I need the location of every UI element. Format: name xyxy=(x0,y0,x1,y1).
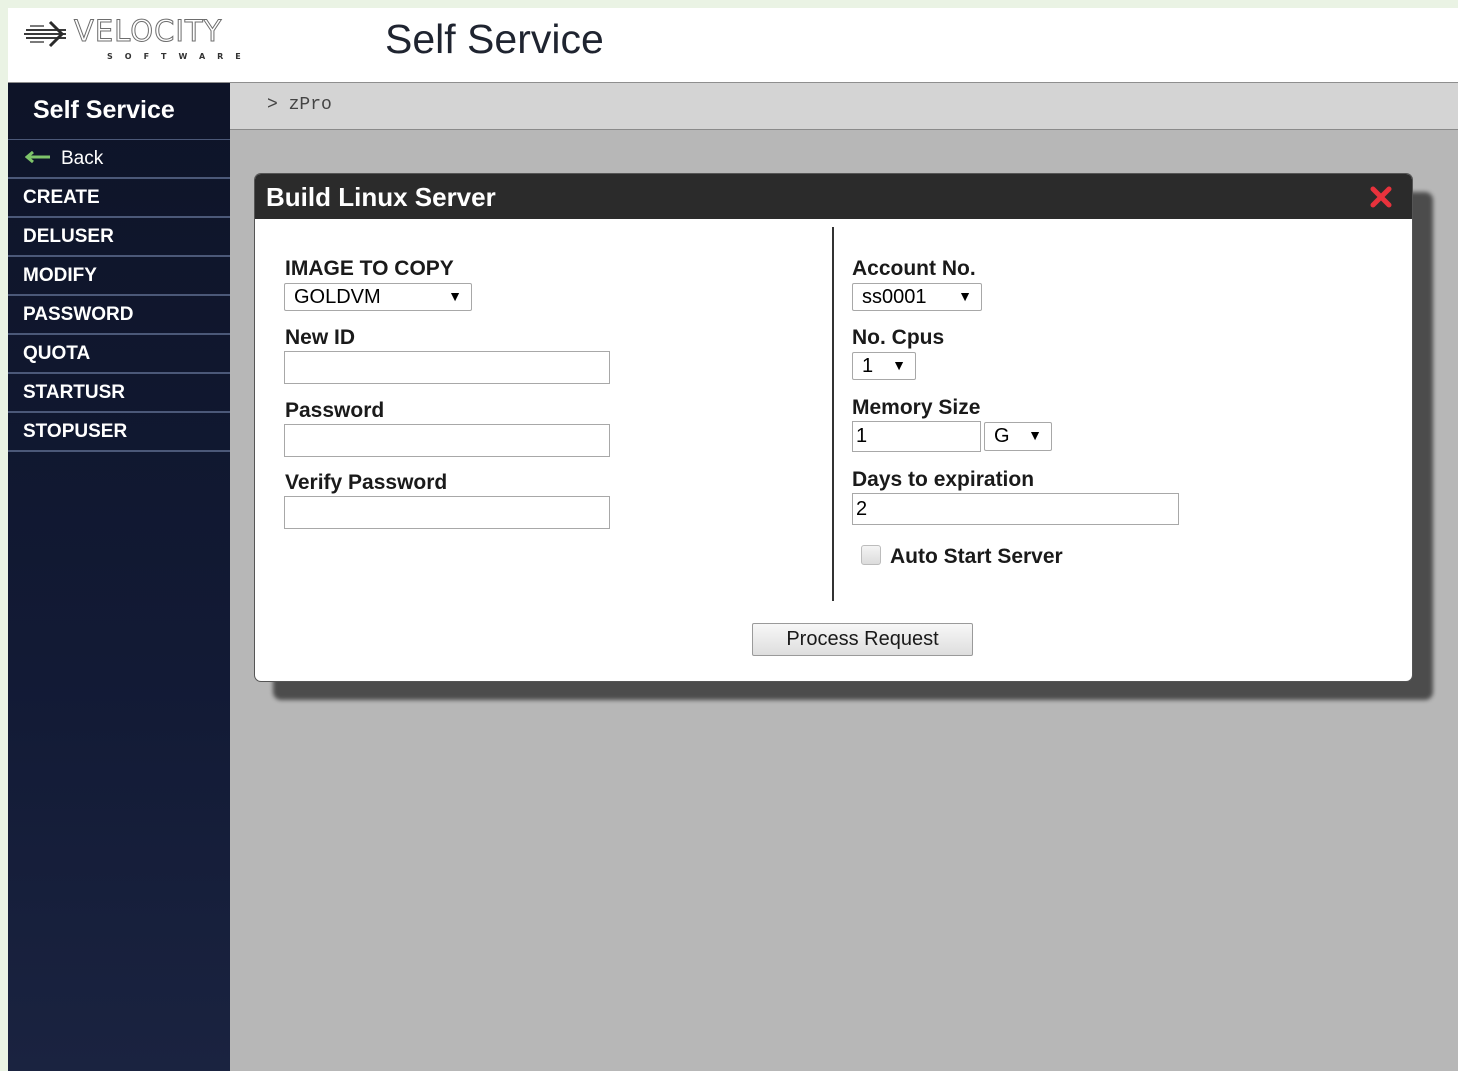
logo-wordmark: VELOCITY xyxy=(73,14,223,49)
chevron-down-icon: ▼ xyxy=(958,288,972,304)
memory-size-input[interactable] xyxy=(852,421,981,452)
password-label: Password xyxy=(285,399,385,422)
sidebar-item-startusr[interactable]: STARTUSR xyxy=(8,374,230,413)
sidebar-item-deluser[interactable]: DELUSER xyxy=(8,218,230,257)
days-to-expiration-label: Days to expiration xyxy=(852,468,1035,491)
verify-password-label: Verify Password xyxy=(285,471,448,494)
sidebar-item-quota[interactable]: QUOTA xyxy=(8,335,230,374)
back-label: Back xyxy=(61,148,104,169)
no-cpus-select[interactable]: 1 ▼ xyxy=(852,352,916,380)
no-cpus-label: No. Cpus xyxy=(852,326,945,349)
image-to-copy-label: IMAGE TO COPY xyxy=(285,257,454,280)
account-no-select[interactable]: ss0001 ▼ xyxy=(852,283,982,311)
memory-unit-value: G xyxy=(994,425,1010,447)
process-request-button[interactable]: Process Request xyxy=(752,623,973,656)
sidebar-item-modify[interactable]: MODIFY xyxy=(8,257,230,296)
no-cpus-value: 1 xyxy=(862,355,874,377)
top-border xyxy=(0,0,1458,8)
new-id-label: New ID xyxy=(285,326,356,349)
auto-start-label: Auto Start Server xyxy=(890,545,1063,568)
app-title: Self Service xyxy=(385,16,604,62)
sidebar-item-password[interactable]: PASSWORD xyxy=(8,296,230,335)
close-icon[interactable] xyxy=(1368,184,1394,210)
chevron-down-icon: ▼ xyxy=(892,357,906,373)
sidebar-item-create[interactable]: CREATE xyxy=(8,179,230,218)
app-header: VELOCITY SOFTWARE Self Service xyxy=(8,8,1458,83)
dialog-header: Build Linux Server xyxy=(255,174,1412,219)
verify-password-input[interactable] xyxy=(284,496,610,529)
memory-size-label: Memory Size xyxy=(852,396,981,419)
new-id-input[interactable] xyxy=(284,351,610,384)
back-arrow-icon xyxy=(25,150,50,163)
days-to-expiration-input[interactable] xyxy=(852,493,1179,525)
account-no-value: ss0001 xyxy=(862,286,927,308)
logo-subtext: SOFTWARE xyxy=(107,52,253,61)
password-input[interactable] xyxy=(284,424,610,457)
sidebar-item-stopuser[interactable]: STOPUSER xyxy=(8,413,230,452)
velocity-logo-icon xyxy=(24,20,66,48)
chevron-down-icon: ▼ xyxy=(448,288,462,304)
dialog-title: Build Linux Server xyxy=(266,182,496,212)
sidebar-title: Self Service xyxy=(8,83,230,140)
breadcrumb: > zPro xyxy=(230,83,1458,130)
left-border xyxy=(0,0,8,1071)
auto-start-checkbox[interactable] xyxy=(861,545,881,565)
image-to-copy-value: GOLDVM xyxy=(294,286,381,308)
breadcrumb-text[interactable]: > zPro xyxy=(267,95,332,115)
chevron-down-icon: ▼ xyxy=(1028,427,1042,443)
account-no-label: Account No. xyxy=(852,257,976,280)
sidebar: Self Service Back CREATE DELUSER MODIFY … xyxy=(8,83,230,1071)
image-to-copy-select[interactable]: GOLDVM ▼ xyxy=(284,283,472,311)
build-server-dialog: Build Linux Server IMAGE TO COPY GOLDVM … xyxy=(255,174,1412,681)
velocity-logo: VELOCITY SOFTWARE xyxy=(24,14,354,76)
sidebar-back-link[interactable]: Back xyxy=(8,140,230,179)
column-divider xyxy=(832,227,834,601)
memory-unit-select[interactable]: G ▼ xyxy=(984,422,1052,451)
